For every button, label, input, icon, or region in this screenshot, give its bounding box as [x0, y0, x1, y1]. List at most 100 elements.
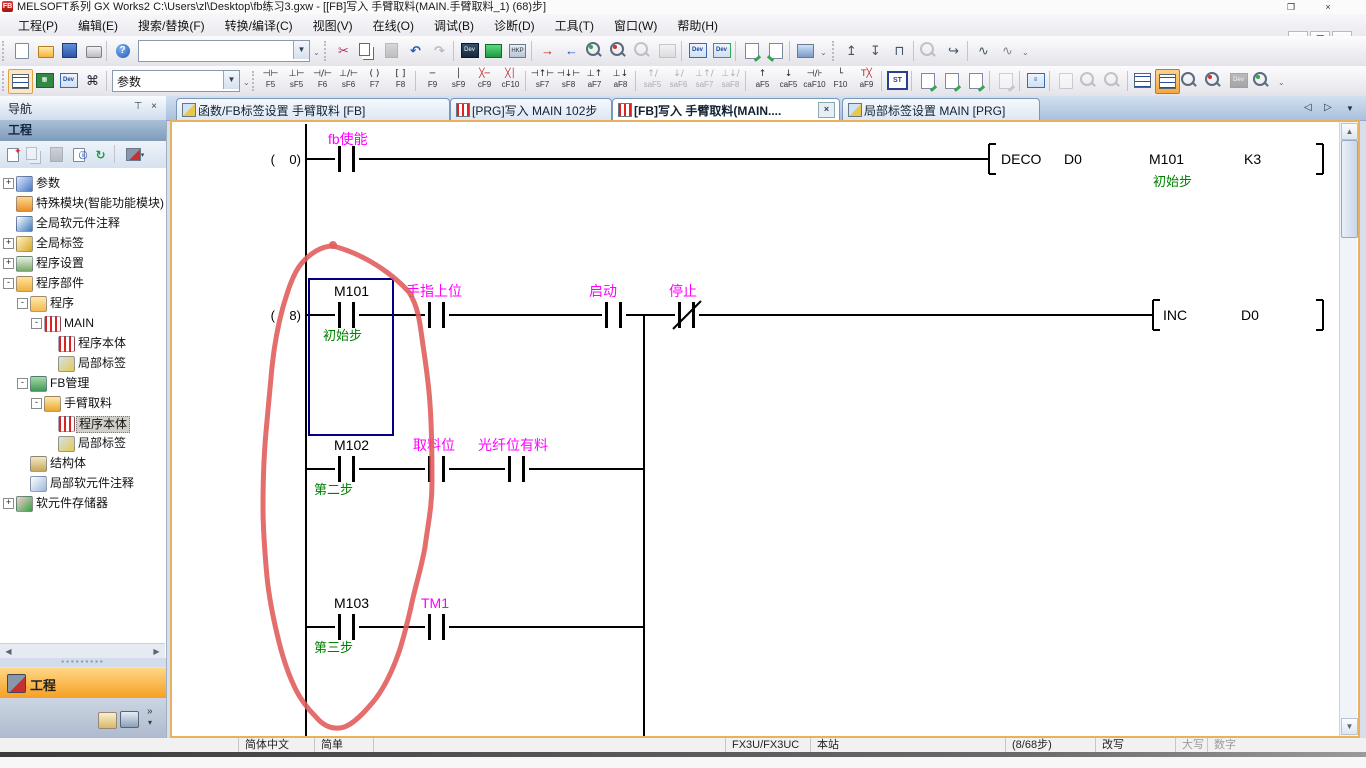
dev-display-icon[interactable]: Dev	[1227, 69, 1250, 92]
doc-find-icon[interactable]	[1078, 69, 1101, 92]
scaling-up-icon[interactable]: ↥	[840, 39, 863, 62]
tree-item-fb-local-label[interactable]: 局部标签	[0, 434, 166, 453]
menu-window[interactable]: 窗口(W)	[604, 14, 667, 37]
navigation-window-icon[interactable]	[8, 69, 33, 94]
statement-edit-icon[interactable]	[940, 69, 963, 92]
menu-help[interactable]: 帮助(H)	[667, 14, 728, 37]
help-icon[interactable]: ?	[111, 39, 134, 62]
plc-diagnostics-icon[interactable]	[608, 39, 631, 62]
tree-item-global-label[interactable]: +全局标签	[0, 234, 166, 253]
monitor-stop-icon[interactable]	[656, 39, 679, 62]
note-edit-icon[interactable]	[964, 69, 987, 92]
copy-data-icon[interactable]	[24, 144, 45, 165]
horizontal-line-button[interactable]: ─F9	[420, 68, 445, 94]
menu-view[interactable]: 视图(V)	[303, 14, 363, 37]
tree-item-structure[interactable]: 结构体	[0, 454, 166, 473]
pulse-run-icon[interactable]: ⊓	[888, 39, 911, 62]
invert-operation-button[interactable]: ⊣∕⊦caF10	[802, 68, 827, 94]
tree-item-special-module[interactable]: 特殊模块(智能功能模块)	[0, 194, 166, 213]
expander-icon[interactable]: -	[31, 398, 42, 409]
menu-online[interactable]: 在线(O)	[363, 14, 424, 37]
tree-item-main-local-label[interactable]: 局部标签	[0, 354, 166, 373]
tab-close-icon[interactable]: ×	[818, 102, 835, 118]
tree-item-parameter[interactable]: +参数	[0, 174, 166, 193]
line-branch-button[interactable]: └F10	[828, 68, 853, 94]
tab-fb-arm-pick-active[interactable]: [FB]写入 手臂取料(MAIN.... ×	[612, 98, 840, 120]
menu-debug[interactable]: 调试(B)	[424, 14, 484, 37]
toolbar-combo[interactable]: ▼	[138, 40, 310, 62]
tree-item-pou[interactable]: -程序部件	[0, 274, 166, 293]
note-list-icon[interactable]	[764, 39, 787, 62]
toolbar-drag-handle[interactable]	[324, 41, 330, 61]
editor-vertical-scrollbar[interactable]: ▲ ▼	[1339, 122, 1357, 736]
inline-comment-edit-icon[interactable]: ≡	[1024, 69, 1047, 92]
tab-fb-label-setting[interactable]: 函数/FB标签设置 手臂取料 [FB]	[176, 98, 450, 120]
scroll-left-icon[interactable]: ◀	[1, 645, 16, 658]
delete-vertical-line-button[interactable]: ╳│cF10	[498, 68, 523, 94]
invert-result-button[interactable]: ↑aF5	[750, 68, 775, 94]
ladder-block-list-active-icon[interactable]	[1155, 69, 1180, 94]
device-display-2-icon[interactable]: Dev	[710, 39, 733, 62]
open-file-icon[interactable]	[34, 39, 57, 62]
vertical-line-button[interactable]: │sF9	[446, 68, 471, 94]
verify-with-plc-icon[interactable]	[584, 39, 607, 62]
toolbar-overflow-icon[interactable]: ⌄	[1022, 48, 1029, 57]
tab-scroll-left-icon[interactable]: ◁	[1304, 102, 1312, 113]
more-buttons-icon[interactable]: »	[147, 706, 153, 717]
toolbar-overflow-icon[interactable]: ⌄	[1278, 78, 1285, 87]
step-jump-icon[interactable]: ↪	[942, 39, 965, 62]
doc-find-2-icon[interactable]	[1102, 69, 1125, 92]
device-test-icon[interactable]: HKP	[506, 39, 529, 62]
connection-destination-icon[interactable]	[120, 711, 139, 728]
undo-icon[interactable]: ↶	[404, 39, 427, 62]
expander-icon[interactable]: -	[31, 318, 42, 329]
wave-display-2-icon[interactable]: ∿	[996, 39, 1019, 62]
device-comment-icon[interactable]: Dev	[458, 39, 481, 62]
ladder-block-list-icon[interactable]	[1131, 69, 1154, 92]
save-icon[interactable]	[58, 39, 81, 62]
ladder-monitor-icon[interactable]	[482, 39, 505, 62]
rising-pulse-close-button[interactable]: ↑/saF5	[640, 68, 665, 94]
delete-line-button[interactable]: T╳aF9	[854, 68, 879, 94]
menu-convert-compile[interactable]: 转换/编译(C)	[215, 14, 303, 37]
new-file-icon[interactable]	[10, 39, 33, 62]
module-config-icon[interactable]: ▦	[33, 69, 56, 92]
tree-item-main-program-body[interactable]: 程序本体	[0, 334, 166, 353]
write-to-plc-icon[interactable]: →	[536, 39, 559, 62]
toolbar-drag-handle[interactable]	[2, 41, 8, 61]
ladder-editor[interactable]: ( 0) fb使能 DECO D0 M101 K3 初始步 ( 8) M101 …	[170, 120, 1360, 738]
scroll-right-icon[interactable]: ▶	[149, 645, 164, 658]
statement-list-icon[interactable]	[740, 39, 763, 62]
wave-display-1-icon[interactable]: ∿	[972, 39, 995, 62]
search-combo[interactable]: 参数 ▼	[112, 70, 240, 92]
rising-pulse-branch-button[interactable]: ⊥↑aF7	[582, 68, 607, 94]
tab-scroll-right-icon[interactable]: ▷	[1324, 102, 1332, 113]
tab-prg-main[interactable]: [PRG]写入 MAIN 102步	[450, 98, 612, 120]
open-contact-button[interactable]: ⊣⊢F5	[258, 68, 283, 94]
closed-contact-button[interactable]: ⊣/⊢F6	[310, 68, 335, 94]
device-comment-edit-icon[interactable]	[916, 69, 939, 92]
rising-pulse-button[interactable]: ⊣↑⊢sF7	[530, 68, 555, 94]
application-instruction-button[interactable]: [ ]F8	[388, 68, 413, 94]
find-binoculars-icon[interactable]: ⌘	[81, 69, 104, 92]
restore-icon[interactable]: ❒	[1283, 1, 1299, 13]
toolbar-drag-handle[interactable]	[832, 41, 838, 61]
redo-icon[interactable]: ↷	[428, 39, 451, 62]
online-change-icon[interactable]	[632, 39, 655, 62]
menu-find-replace[interactable]: 搜索/替换(F)	[128, 14, 215, 37]
find-jump-icon[interactable]	[918, 39, 941, 62]
coil-button[interactable]: ( )F7	[362, 68, 387, 94]
menu-project[interactable]: 工程(P)	[8, 14, 68, 37]
close-panel-icon[interactable]: ×	[148, 101, 160, 114]
falling-pulse-branch-button[interactable]: ⊥↓aF8	[608, 68, 633, 94]
device-grid-icon[interactable]: Dev	[57, 69, 80, 92]
falling-pulse-close-branch-button[interactable]: ⊥↓/saF8	[718, 68, 743, 94]
tree-item-fb-manage[interactable]: -FB管理	[0, 374, 166, 393]
remote-operation-icon[interactable]	[794, 39, 817, 62]
tree-item-device-memory[interactable]: +软元件存储器	[0, 494, 166, 513]
data-property-icon[interactable]: ⓘ	[68, 144, 89, 165]
cut-icon[interactable]: ✂	[332, 39, 355, 62]
expander-icon[interactable]: -	[17, 378, 28, 389]
expander-icon[interactable]: -	[17, 298, 28, 309]
scroll-down-icon[interactable]: ▼	[1341, 718, 1358, 735]
